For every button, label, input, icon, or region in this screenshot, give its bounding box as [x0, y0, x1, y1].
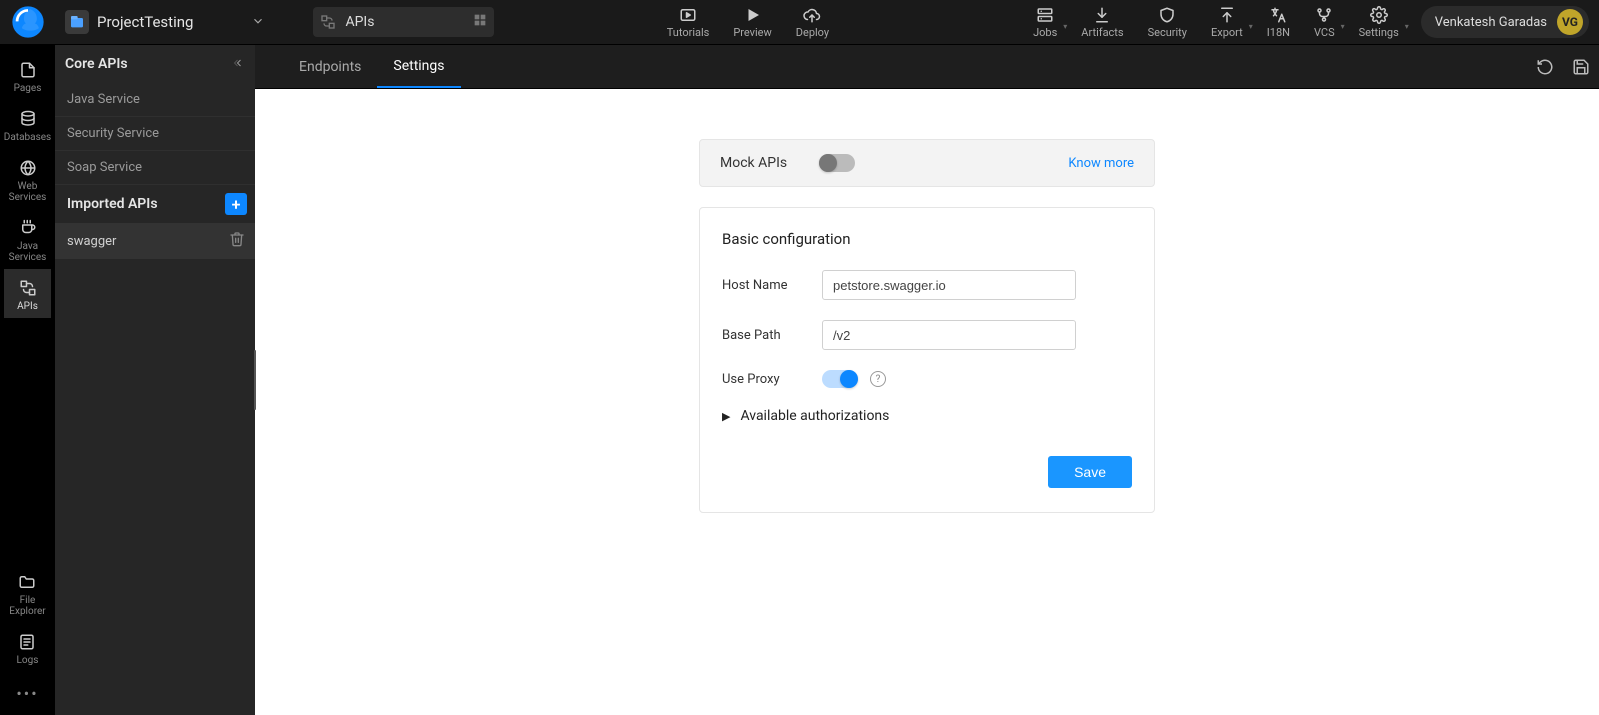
avatar: VG	[1557, 9, 1583, 35]
apis-icon	[4, 277, 51, 299]
download-icon	[1093, 6, 1111, 24]
breadcrumb-label: APIs	[345, 14, 464, 30]
rail-pages[interactable]: Pages	[4, 51, 51, 100]
mock-apis-card: Mock APIs Know more	[699, 139, 1155, 187]
rail-java-services[interactable]: Java Services	[4, 209, 51, 269]
rail-web-services[interactable]: Web Services	[4, 149, 51, 209]
use-proxy-row: Use Proxy ?	[722, 370, 1132, 388]
globe-icon	[4, 157, 51, 179]
tabbar: EndpointsSettings	[255, 45, 1599, 89]
use-proxy-toggle[interactable]	[822, 370, 858, 388]
side-section-core: Core APIs	[55, 45, 255, 83]
add-imported-api-button[interactable]: +	[225, 193, 247, 215]
topbar-deploy[interactable]: Deploy	[784, 0, 841, 44]
mock-apis-label: Mock APIs	[720, 155, 787, 171]
chevron-down-icon	[251, 13, 265, 32]
host-name-label: Host Name	[722, 278, 822, 293]
base-path-label: Base Path	[722, 328, 822, 343]
project-icon	[65, 10, 89, 34]
side-section-core-title: Core APIs	[65, 56, 128, 72]
collapse-icon[interactable]	[233, 57, 245, 72]
topbar-vcs[interactable]: VCS▾	[1302, 0, 1347, 44]
host-name-row: Host Name	[722, 270, 1132, 300]
chevron-down-icon: ▾	[1341, 22, 1345, 31]
base-path-input[interactable]	[822, 320, 1076, 350]
branch-icon	[1315, 6, 1333, 24]
host-name-input[interactable]	[822, 270, 1076, 300]
main: EndpointsSettings Mock APIs Know more	[255, 45, 1599, 715]
rail-file-explorer[interactable]: File Explorer	[9, 563, 45, 623]
triangle-right-icon: ▶	[722, 410, 730, 423]
log-icon	[9, 631, 45, 653]
grid-icon[interactable]	[472, 12, 488, 32]
available-authorizations-label: Available authorizations	[740, 408, 889, 424]
project-selector[interactable]: ProjectTesting	[55, 0, 283, 44]
shield-icon	[1158, 6, 1176, 24]
mock-apis-toggle[interactable]	[819, 154, 855, 172]
basic-config-title: Basic configuration	[722, 230, 1132, 248]
rail-apis[interactable]: APIs	[4, 269, 51, 318]
use-proxy-label: Use Proxy	[722, 372, 822, 387]
side-panel-handle[interactable]	[254, 350, 256, 410]
folder-icon	[9, 571, 45, 593]
know-more-link[interactable]: Know more	[1068, 156, 1134, 171]
core-api-item[interactable]: Java Service	[55, 83, 255, 117]
refresh-button[interactable]	[1527, 45, 1563, 88]
side-section-imported: Imported APIs +	[55, 185, 255, 223]
gear-icon	[1370, 6, 1388, 24]
content: Mock APIs Know more Basic configuration …	[255, 89, 1599, 715]
save-button[interactable]: Save	[1048, 456, 1132, 488]
topbar-jobs[interactable]: Jobs▾	[1021, 0, 1069, 44]
trash-icon[interactable]	[229, 231, 245, 251]
side-panel: Core APIs Java ServiceSecurity ServiceSo…	[55, 45, 255, 715]
imported-api-item[interactable]: swagger	[55, 223, 255, 259]
upload-icon	[1218, 6, 1236, 24]
rail-logs[interactable]: Logs	[9, 623, 45, 672]
db-icon	[4, 108, 51, 130]
topbar: ProjectTesting APIs TutorialsPreviewDepl…	[0, 0, 1599, 45]
tab-settings[interactable]: Settings	[377, 45, 460, 88]
more-icon[interactable]: •••	[16, 672, 38, 715]
available-authorizations-accordion[interactable]: ▶ Available authorizations	[722, 408, 1132, 424]
rail-databases[interactable]: Databases	[4, 100, 51, 149]
topbar-export[interactable]: Export▾	[1199, 0, 1255, 44]
user-menu[interactable]: Venkatesh Garadas VG	[1421, 6, 1589, 38]
topbar-settings[interactable]: Settings▾	[1347, 0, 1411, 44]
cloud-deploy-icon	[803, 6, 821, 24]
base-path-row: Base Path	[722, 320, 1132, 350]
translate-icon	[1269, 6, 1287, 24]
chevron-down-icon: ▾	[1063, 22, 1067, 31]
topbar-preview[interactable]: Preview	[721, 0, 783, 44]
app-logo[interactable]	[0, 0, 55, 44]
basic-config-card: Basic configuration Host Name Base Path	[699, 207, 1155, 513]
chevron-down-icon: ▾	[1405, 22, 1409, 31]
api-icon	[319, 13, 337, 31]
topbar-tutorials[interactable]: Tutorials	[655, 0, 722, 44]
core-api-item[interactable]: Security Service	[55, 117, 255, 151]
nav-rail: PagesDatabasesWeb ServicesJava ServicesA…	[0, 45, 55, 715]
help-icon[interactable]: ?	[870, 371, 886, 387]
project-name: ProjectTesting	[97, 13, 193, 31]
tab-endpoints[interactable]: Endpoints	[283, 45, 377, 88]
cup-icon	[4, 217, 51, 239]
side-section-imported-title: Imported APIs	[67, 196, 158, 212]
server-icon	[1036, 6, 1054, 24]
topbar-security[interactable]: Security	[1136, 0, 1199, 44]
topbar-i18n[interactable]: I18N	[1255, 0, 1302, 44]
core-api-item[interactable]: Soap Service	[55, 151, 255, 185]
file-icon	[4, 59, 51, 81]
chevron-down-icon: ▾	[1249, 22, 1253, 31]
topbar-artifacts[interactable]: Artifacts	[1069, 0, 1135, 44]
save-icon-button[interactable]	[1563, 45, 1599, 88]
play-box-icon	[679, 6, 697, 24]
user-name: Venkatesh Garadas	[1435, 15, 1547, 30]
play-icon	[744, 6, 762, 24]
breadcrumb[interactable]: APIs	[313, 7, 494, 37]
